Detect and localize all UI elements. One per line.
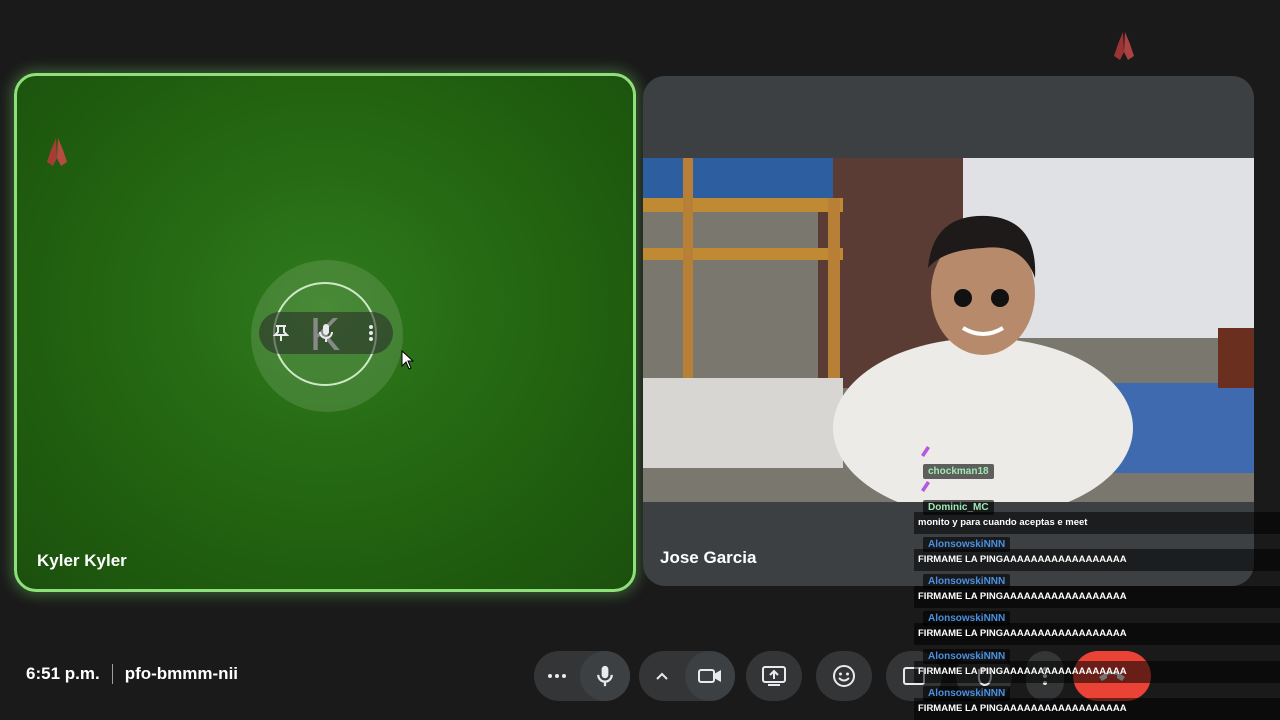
chat-message: FIRMAME LA PINGAAAAAAAAAAAAAAAAAA: [918, 628, 1127, 639]
chat-message: FIRMAME LA PINGAAAAAAAAAAAAAAAAAA: [918, 666, 1127, 677]
present-button[interactable]: [746, 651, 802, 701]
audio-controls: [534, 651, 630, 701]
chat-overlay: chockman18 Dominic_MCmonito y para cuando…: [914, 440, 1280, 720]
chat-username: AlonsowskiNNN: [923, 574, 1011, 589]
mic-icon[interactable]: [316, 322, 336, 344]
tile-hover-controls: [259, 312, 393, 354]
meeting-time: 6:51 p.m.: [26, 664, 100, 683]
chat-username: AlonsowskiNNN: [923, 537, 1011, 552]
emoji-icon: [833, 665, 855, 687]
reaction-icon: [918, 479, 932, 493]
present-screen-icon: [762, 666, 786, 686]
videocam-icon: [698, 669, 721, 683]
chat-username: AlonsowskiNNN: [923, 649, 1011, 664]
praying-hands-icon: [1114, 32, 1134, 60]
meeting-code[interactable]: pfo-bmmm-nii: [125, 664, 238, 684]
reactions-button[interactable]: [816, 651, 872, 701]
meeting-info: 6:51 p.m. pfo-bmmm-nii: [26, 664, 238, 684]
chat-username: chockman18: [923, 464, 994, 479]
mic-button[interactable]: [580, 651, 630, 701]
chevron-up-icon[interactable]: [639, 651, 685, 701]
chat-username: AlonsowskiNNN: [923, 686, 1011, 701]
camera-button[interactable]: [685, 651, 735, 701]
chat-message: FIRMAME LA PINGAAAAAAAAAAAAAAAAAA: [918, 703, 1127, 714]
chat-username: AlonsowskiNNN: [923, 611, 1011, 626]
praying-hands-icon: [47, 138, 67, 166]
chat-message: monito y para cuando aceptas e meet: [918, 517, 1088, 528]
video-controls: [639, 651, 735, 701]
more-vert-icon[interactable]: [361, 322, 381, 344]
reaction-icon: [918, 444, 932, 458]
participant-name: Kyler Kyler: [37, 551, 127, 570]
chat-message: FIRMAME LA PINGAAAAAAAAAAAAAAAAAA: [918, 554, 1127, 565]
chat-message: FIRMAME LA PINGAAAAAAAAAAAAAAAAAA: [918, 591, 1127, 602]
divider: [111, 664, 113, 684]
participant-tile-kyler[interactable]: K Kyler Kyler: [14, 73, 636, 592]
more-options-icon[interactable]: [534, 651, 580, 701]
pin-icon[interactable]: [271, 322, 291, 344]
cursor-icon: [401, 350, 415, 370]
chat-username: Dominic_MC: [923, 500, 994, 515]
mic-icon: [597, 665, 613, 687]
participant-name: Jose Garcia: [660, 548, 757, 567]
